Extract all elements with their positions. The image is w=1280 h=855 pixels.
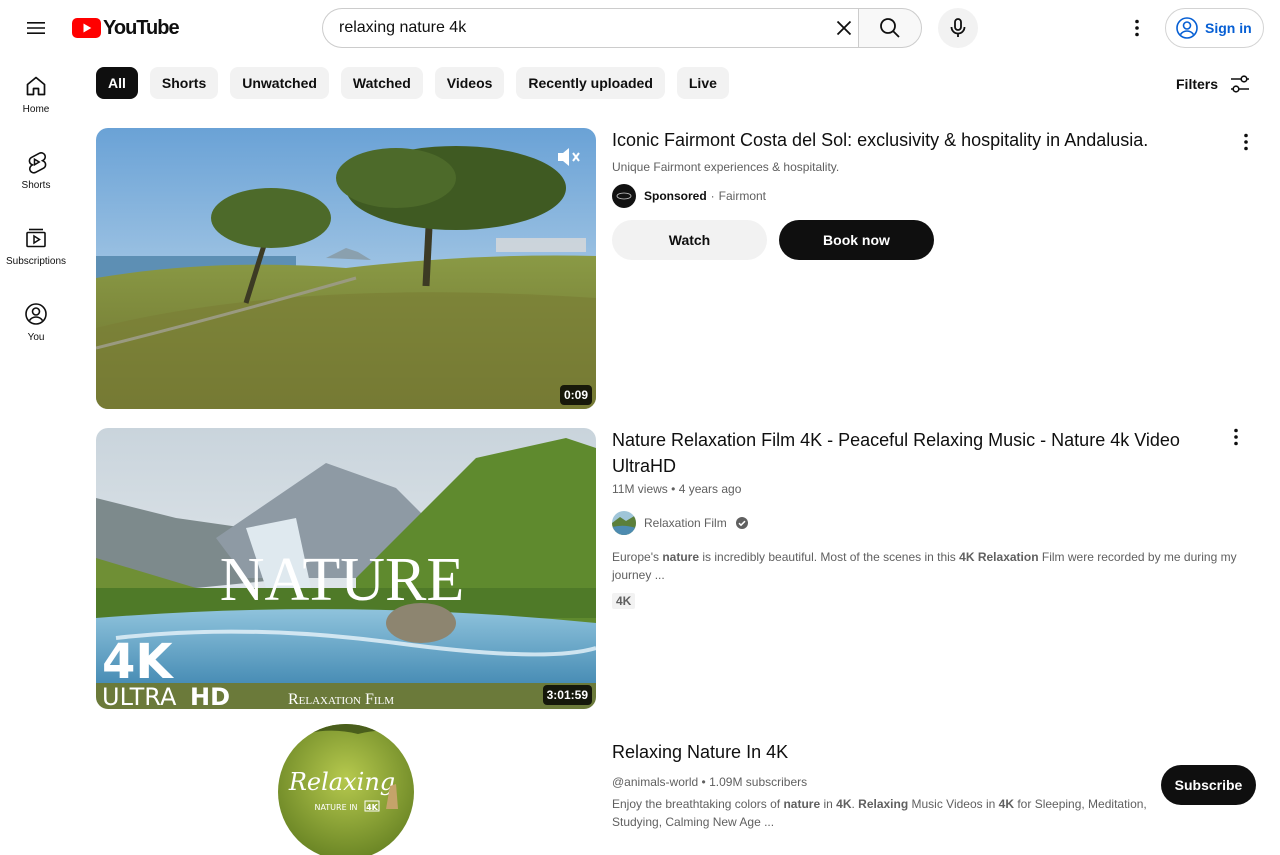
microphone-icon bbox=[950, 18, 966, 37]
channel-avatar bbox=[612, 511, 636, 535]
verified-badge-icon bbox=[735, 517, 748, 529]
avatar-sub-text: NATURE IN bbox=[314, 803, 357, 812]
channel-description: Enjoy the breathtaking colors of nature … bbox=[612, 797, 1147, 829]
guide-item-home[interactable]: Home bbox=[0, 56, 72, 132]
4k-badge: 4K bbox=[612, 593, 636, 609]
dot-separator: • bbox=[671, 482, 676, 496]
sign-in-label: Sign in bbox=[1205, 20, 1252, 36]
channel-avatar-large[interactable]: Relaxing NATURE IN 4K bbox=[278, 724, 414, 855]
chip-live[interactable]: Live bbox=[676, 67, 729, 99]
more-vert-icon bbox=[1234, 428, 1238, 446]
separator: · bbox=[710, 189, 715, 203]
guide-label: Home bbox=[22, 104, 50, 115]
voice-search-button[interactable] bbox=[938, 8, 978, 48]
advertiser-name[interactable]: Fairmont bbox=[719, 189, 766, 203]
filters-label: Filters bbox=[1176, 76, 1219, 92]
dot-separator: • bbox=[701, 775, 706, 789]
ad-title[interactable]: Iconic Fairmont Costa del Sol: exclusivi… bbox=[612, 127, 1222, 153]
ad-duration: 0:09 bbox=[559, 385, 592, 405]
ad-subtitle: Unique Fairmont experiences & hospitalit… bbox=[612, 160, 840, 174]
guide-item-you[interactable]: You bbox=[0, 284, 72, 360]
sponsored-label: Sponsored bbox=[644, 189, 707, 203]
mini-guide: Home Shorts Subscriptions You bbox=[0, 56, 72, 360]
overlay-brand: Relaxation Film bbox=[288, 691, 394, 708]
subscriber-count: 1.09M subscribers bbox=[709, 775, 808, 789]
more-vert-icon bbox=[1135, 19, 1139, 37]
clear-search-button[interactable] bbox=[824, 8, 864, 48]
chip-recently-uploaded[interactable]: Recently uploaded bbox=[516, 67, 665, 99]
chip-all[interactable]: All bbox=[96, 67, 138, 99]
subscribe-button[interactable]: Subscribe bbox=[1161, 765, 1256, 805]
book-now-button[interactable]: Book now bbox=[779, 220, 934, 260]
sliders-icon bbox=[1231, 75, 1250, 93]
youtube-wordmark: YouTube bbox=[103, 16, 180, 39]
video-metadata: 11M views • 4 years ago bbox=[612, 482, 741, 496]
chip-watched[interactable]: Watched bbox=[340, 67, 423, 99]
view-count: 11M views bbox=[612, 482, 668, 496]
overlay-hd: HD bbox=[190, 683, 230, 709]
video-channel-row[interactable]: Relaxation Film bbox=[612, 511, 749, 535]
channel-metadata: @animals-world • 1.09M subscribers bbox=[612, 775, 807, 789]
ad-thumbnail[interactable]: 0:09 bbox=[96, 128, 596, 409]
search-icon bbox=[880, 18, 900, 38]
search-button[interactable] bbox=[858, 8, 922, 48]
avatar-script-text: Relaxing bbox=[288, 768, 395, 796]
shorts-icon bbox=[28, 152, 47, 174]
account-circle-icon bbox=[1176, 17, 1198, 39]
ad-thumbnail-image bbox=[96, 128, 596, 409]
search-box bbox=[322, 8, 922, 48]
home-icon bbox=[26, 76, 46, 96]
video-thumbnail[interactable]: NATURE 4K ULTRA HD Relaxation Film 3:01:… bbox=[96, 428, 596, 709]
settings-more-button[interactable] bbox=[1117, 8, 1157, 48]
guide-label: Shorts bbox=[21, 180, 51, 191]
fairmont-avatar[interactable] bbox=[612, 184, 636, 208]
guide-menu-button[interactable] bbox=[16, 8, 56, 48]
filter-chips: All Shorts Unwatched Watched Videos Rece… bbox=[96, 67, 729, 99]
close-icon bbox=[836, 20, 852, 36]
video-thumbnail-image: NATURE 4K ULTRA HD Relaxation Film bbox=[96, 428, 596, 709]
guide-label: You bbox=[27, 332, 45, 343]
chip-videos[interactable]: Videos bbox=[434, 67, 505, 99]
watch-button[interactable]: Watch bbox=[612, 220, 767, 260]
guide-label: Subscriptions bbox=[5, 256, 67, 267]
channel-avatar-image: Relaxing NATURE IN 4K bbox=[278, 724, 414, 855]
overlay-ultra: ULTRA bbox=[102, 683, 177, 709]
sign-in-button[interactable]: Sign in bbox=[1165, 8, 1264, 48]
channel-name[interactable]: Relaxation Film bbox=[644, 516, 727, 530]
guide-item-shorts[interactable]: Shorts bbox=[0, 132, 72, 208]
avatar-4k-text: 4K bbox=[366, 803, 379, 812]
filters-button[interactable]: Filters bbox=[1176, 70, 1252, 98]
overlay-nature-word: NATURE bbox=[220, 546, 465, 614]
overlay-4k: 4K bbox=[102, 634, 174, 690]
muted-icon[interactable] bbox=[556, 146, 582, 168]
subscriptions-icon bbox=[26, 228, 46, 248]
video-description: Europe's nature is incredibly beautiful.… bbox=[612, 550, 1237, 582]
ad-advertiser-row: Sponsored · Fairmont bbox=[612, 184, 766, 208]
more-vert-icon bbox=[1244, 133, 1248, 151]
upload-age: 4 years ago bbox=[678, 482, 742, 496]
search-input[interactable] bbox=[322, 8, 858, 48]
hamburger-icon bbox=[27, 22, 45, 34]
ad-menu-button[interactable] bbox=[1234, 130, 1258, 154]
channel-title[interactable]: Relaxing Nature In 4K bbox=[612, 739, 1012, 765]
account-icon bbox=[25, 303, 47, 325]
chip-unwatched[interactable]: Unwatched bbox=[230, 67, 329, 99]
channel-handle: @animals-world bbox=[612, 775, 699, 789]
youtube-logo[interactable]: YouTube bbox=[72, 16, 180, 40]
chip-shorts[interactable]: Shorts bbox=[149, 67, 219, 99]
video-menu-button[interactable] bbox=[1224, 425, 1248, 449]
youtube-play-icon bbox=[72, 18, 101, 38]
video-duration: 3:01:59 bbox=[542, 685, 592, 705]
guide-item-subscriptions[interactable]: Subscriptions bbox=[0, 208, 72, 284]
video-title[interactable]: Nature Relaxation Film 4K - Peaceful Rel… bbox=[612, 427, 1212, 479]
masthead: YouTube Sign in bbox=[0, 0, 1280, 56]
